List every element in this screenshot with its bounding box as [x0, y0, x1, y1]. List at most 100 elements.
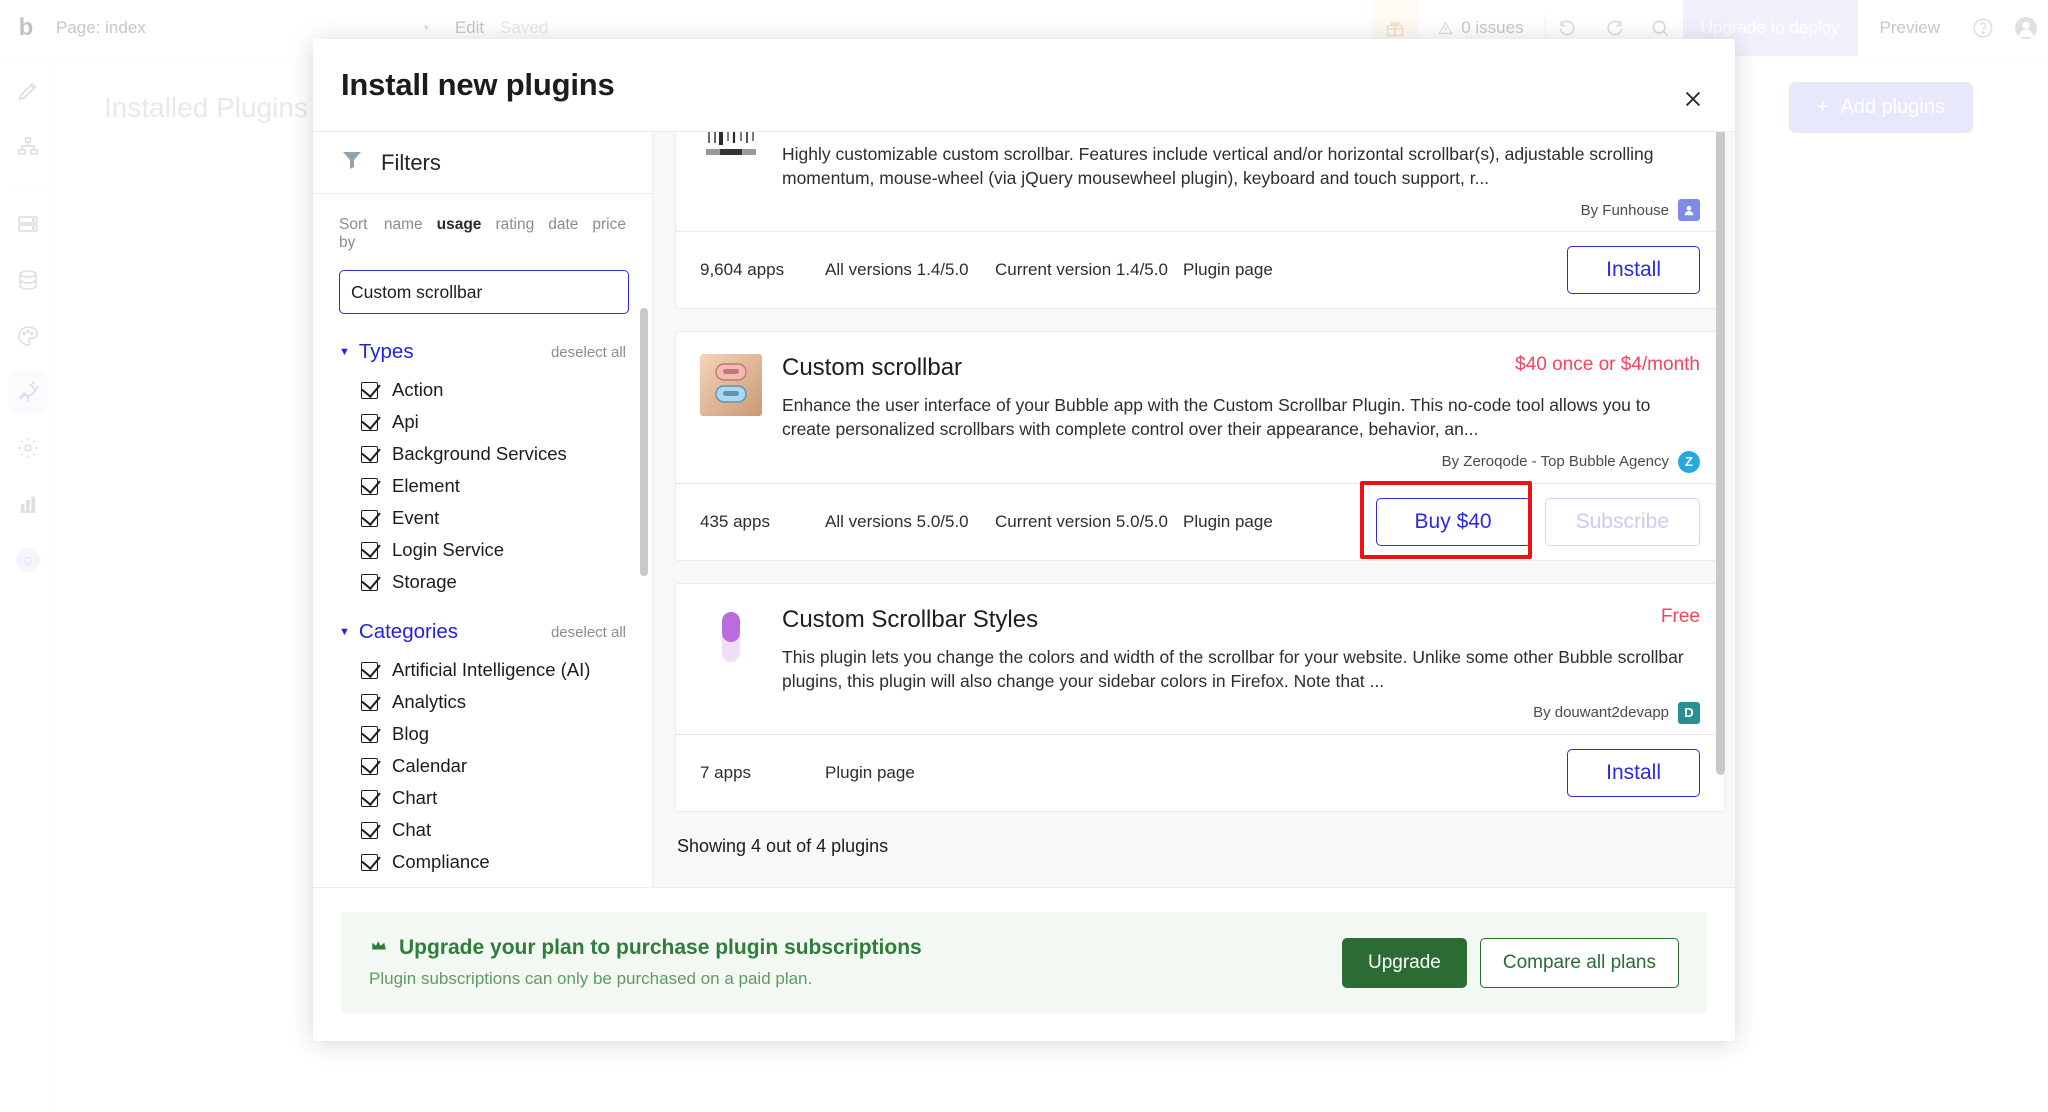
install-button[interactable]: Install — [1567, 748, 1700, 797]
server-icon[interactable] — [8, 202, 48, 246]
filter-option-action[interactable]: Action — [339, 374, 626, 406]
checkbox-checked-icon[interactable] — [361, 381, 378, 399]
redo-icon[interactable] — [1591, 18, 1637, 38]
results-scrollbar-thumb[interactable] — [1716, 132, 1725, 775]
checkbox-checked-icon[interactable] — [361, 509, 378, 527]
edit-menu[interactable]: Edit — [455, 18, 484, 38]
plugin-card-main: Custom Scrollbar Styles Free This plugin… — [676, 584, 1724, 734]
sidebar-item-plugins[interactable] — [7, 370, 48, 414]
workflow-icon[interactable] — [8, 125, 48, 169]
upgrade-button[interactable]: Upgrade — [1341, 937, 1467, 988]
filter-option-event[interactable]: Event — [339, 502, 626, 534]
checkbox-checked-icon[interactable] — [361, 541, 378, 559]
checkbox-checked-icon[interactable] — [361, 693, 378, 711]
filters-scroll-area: Sort by name usage rating date price Cus… — [313, 194, 652, 887]
plugin-page-link[interactable]: Plugin page — [825, 763, 915, 783]
help-icon[interactable] — [1962, 17, 2004, 39]
app-badge-icon[interactable]: G — [8, 538, 48, 582]
checkbox-checked-icon[interactable] — [361, 661, 378, 679]
sort-option-price[interactable]: price — [592, 216, 626, 234]
design-pencil-icon[interactable] — [8, 69, 48, 113]
plugin-name[interactable]: Custom Scrollbar Styles — [782, 606, 1038, 634]
search-field-wrapper — [339, 270, 629, 314]
avatar[interactable] — [2004, 16, 2048, 40]
filter-group-types-title[interactable]: Types — [359, 340, 414, 364]
filter-option-element[interactable]: Element — [339, 470, 626, 502]
settings-gear-icon[interactable] — [8, 426, 48, 470]
filters-scrollbar-thumb[interactable] — [640, 308, 648, 576]
caret-down-icon[interactable]: ▼ — [339, 346, 350, 358]
upgrade-banner-actions: Upgrade Compare all plans — [1341, 937, 1679, 988]
install-button[interactable]: Install — [1567, 246, 1700, 295]
filter-option-blog[interactable]: Blog — [339, 718, 626, 750]
filter-option-login-service[interactable]: Login Service — [339, 534, 626, 566]
filter-option-background-services[interactable]: Background Services — [339, 438, 626, 470]
close-icon[interactable] — [1678, 84, 1708, 114]
deselect-all-categories[interactable]: deselect all — [551, 624, 626, 641]
plugin-card-footer: 7 apps Plugin page Install — [676, 733, 1724, 811]
sort-by-row: Sort by name usage rating date price — [339, 216, 626, 252]
deselect-all-types[interactable]: deselect all — [551, 344, 626, 361]
filter-option-compliance[interactable]: Compliance — [339, 846, 626, 878]
add-plugins-button[interactable]: + Add plugins — [1788, 82, 1973, 133]
compare-plans-button[interactable]: Compare all plans — [1479, 937, 1679, 988]
plugin-title-row: Custom scrollbar $40 once or $4/month — [782, 354, 1700, 382]
checkbox-checked-icon[interactable] — [361, 757, 378, 775]
svg-text:G: G — [23, 555, 31, 567]
chevron-down-icon[interactable]: ▾ — [424, 23, 429, 34]
subscribe-button[interactable]: Subscribe — [1544, 497, 1700, 546]
checkbox-checked-icon[interactable] — [361, 477, 378, 495]
sort-by-label: Sort by — [339, 216, 368, 251]
plugin-page-link[interactable]: Plugin page — [1183, 260, 1273, 280]
plugin-card: Custom scrollbar $40 once or $4/month En… — [675, 331, 1725, 561]
plugin-thumbnail — [700, 132, 762, 165]
install-plugins-modal: Install new plugins Filters Sort by name… — [313, 39, 1735, 1041]
filter-group-categories: ▼ Categories deselect all Artificial Int… — [339, 620, 626, 878]
filters-title: Filters — [381, 149, 441, 175]
filter-option-analytics[interactable]: Analytics — [339, 686, 626, 718]
checkbox-checked-icon[interactable] — [361, 445, 378, 463]
checkbox-checked-icon[interactable] — [361, 413, 378, 431]
filter-option-api[interactable]: Api — [339, 406, 626, 438]
crown-icon — [369, 936, 389, 960]
modal-title: Install new plugins — [341, 67, 615, 102]
buy-button[interactable]: Buy $40 — [1375, 497, 1531, 546]
preview-button[interactable]: Preview — [1858, 18, 1962, 38]
plugin-name[interactable]: Custom scrollbar — [782, 354, 962, 382]
undo-icon[interactable] — [1545, 18, 1591, 38]
filter-option-chat[interactable]: Chat — [339, 814, 626, 846]
search-icon[interactable] — [1637, 18, 1683, 38]
filter-option-calendar[interactable]: Calendar — [339, 750, 626, 782]
search-input[interactable] — [339, 270, 629, 314]
sort-option-usage[interactable]: usage — [437, 216, 482, 234]
checkbox-checked-icon[interactable] — [361, 725, 378, 743]
sort-option-name[interactable]: name — [384, 216, 423, 234]
logs-chart-icon[interactable] — [8, 482, 48, 526]
checkbox-checked-icon[interactable] — [361, 853, 378, 871]
modal-body: Filters Sort by name usage rating date p… — [313, 131, 1735, 887]
filter-option-label: Storage — [392, 571, 457, 592]
database-icon[interactable] — [8, 258, 48, 302]
page-selector-label[interactable]: Page: index — [56, 18, 146, 38]
filter-group-types: ▼ Types deselect all Action Api Backgrou… — [339, 340, 626, 598]
bubble-logo-icon[interactable]: b — [0, 14, 52, 42]
plugin-all-versions: All versions 1.4/5.0 — [825, 260, 969, 280]
plugin-card-text: Custom Scrollbars Free Highly customizab… — [782, 132, 1700, 222]
plugin-card: Custom Scrollbar Styles Free This plugin… — [675, 582, 1725, 812]
filter-option-chart[interactable]: Chart — [339, 782, 626, 814]
plugin-price: Free — [1660, 605, 1700, 627]
checkbox-checked-icon[interactable] — [361, 789, 378, 807]
plugin-page-link[interactable]: Plugin page — [1183, 512, 1273, 532]
filter-option-artificial-intelligence[interactable]: Artificial Intelligence (AI) — [339, 654, 626, 686]
caret-down-icon[interactable]: ▼ — [339, 626, 350, 638]
checkbox-checked-icon[interactable] — [361, 821, 378, 839]
filter-option-storage[interactable]: Storage — [339, 566, 626, 598]
styles-palette-icon[interactable] — [8, 314, 48, 358]
filter-option-label: Background Services — [392, 443, 567, 464]
filter-group-categories-title[interactable]: Categories — [359, 620, 458, 644]
sort-option-rating[interactable]: rating — [495, 216, 534, 234]
plugin-thumbnail — [700, 605, 762, 668]
checkbox-checked-icon[interactable] — [361, 573, 378, 591]
sort-option-date[interactable]: date — [548, 216, 578, 234]
plugin-description: Enhance the user interface of your Bubbl… — [782, 395, 1651, 440]
